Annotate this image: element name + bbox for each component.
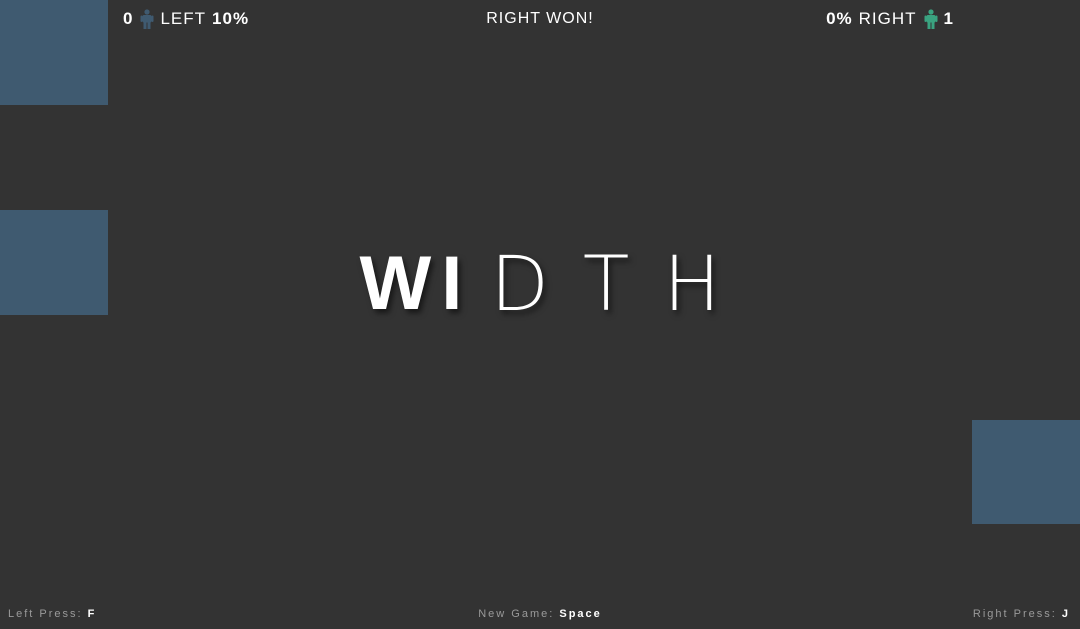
title-letter: W bbox=[359, 241, 442, 326]
right-player-label: RIGHT bbox=[858, 9, 917, 28]
board-block bbox=[972, 420, 1080, 524]
right-percent: 0% bbox=[826, 9, 853, 28]
title-letter: T bbox=[582, 239, 664, 328]
new-game-hint: New Game: Space bbox=[0, 606, 1080, 622]
new-game-key: Space bbox=[559, 608, 602, 620]
right-score: 1 bbox=[943, 9, 954, 28]
game-stage[interactable]: 0 LEFT 10% RIGHT WON! 0% RIGHT 1 W I D T… bbox=[0, 0, 1080, 629]
title-letter: D bbox=[490, 239, 583, 328]
right-control-label: Right Press: bbox=[972, 608, 1057, 620]
person-icon bbox=[924, 9, 938, 29]
title-letter: H bbox=[663, 239, 721, 328]
game-title: W I D T H bbox=[0, 244, 1080, 324]
new-game-label: New Game: bbox=[478, 608, 555, 620]
right-control-key: J bbox=[1061, 608, 1070, 620]
title-letter: I bbox=[441, 241, 491, 326]
right-player-hud: 0% RIGHT 1 bbox=[826, 8, 954, 30]
right-control-hint: Right Press: J bbox=[973, 606, 1070, 622]
